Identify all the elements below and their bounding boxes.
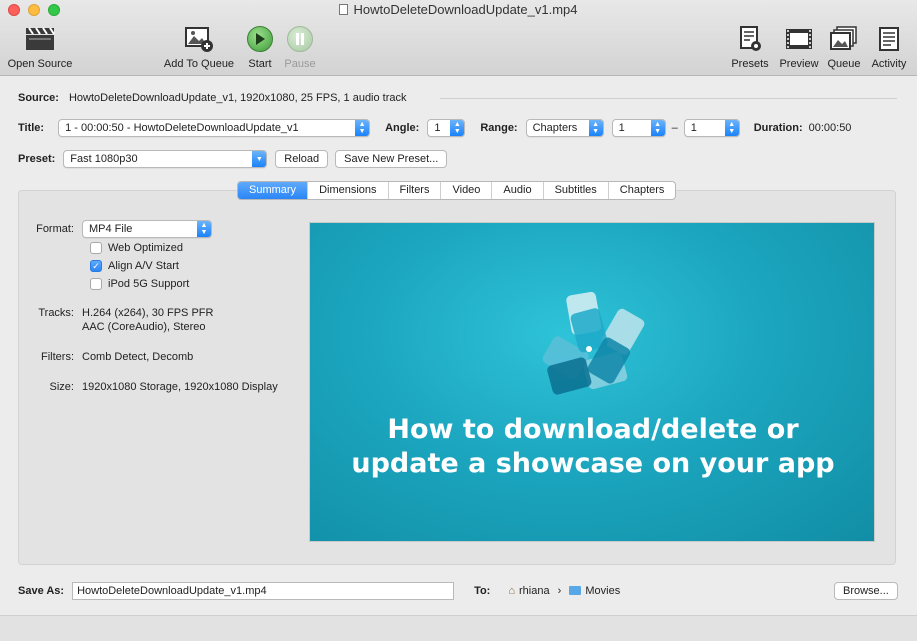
updown-arrows-icon: ▲ ▼ (197, 221, 211, 237)
add-photo-icon (162, 24, 236, 54)
status-bar (0, 615, 917, 641)
tracks-audio: AAC (CoreAudio), Stereo (82, 321, 206, 333)
browse-button[interactable]: Browse... (834, 582, 898, 600)
source-label: Source: (18, 92, 59, 104)
range-type-select[interactable]: Chapters ▲ ▼ (525, 119, 604, 137)
activity-button[interactable]: Activity (867, 24, 911, 70)
preview-image: How to download/delete or update a showc… (309, 222, 875, 542)
updown-arrows-icon: ▲ ▼ (450, 120, 465, 136)
handbrake-window: HowtoDeleteDownloadUpdate_v1.mp4 Open So… (0, 0, 917, 641)
format-select[interactable]: MP4 File ▲ ▼ (82, 220, 212, 238)
filters-row: Filters: Comb Detect, Decomb (18, 351, 193, 363)
tab-video[interactable]: Video (440, 182, 491, 199)
save-as-label: Save As: (18, 585, 65, 597)
range-label: Range: (480, 122, 518, 134)
checkbox-empty-icon (90, 242, 102, 254)
duration-value: 00:00:50 (808, 122, 852, 134)
preset-row: Preset: Fast 1080p30 ▼ Reload Save New P… (18, 150, 448, 168)
angle-select[interactable]: 1 ▲ ▼ (427, 119, 466, 137)
settings-tabs: Summary Dimensions Filters Video Audio S… (237, 181, 677, 200)
range-start-select[interactable]: 1 ▲ ▼ (611, 119, 666, 137)
title-row: Title: 1 - 00:00:50 - HowtoDeleteDownloa… (18, 119, 851, 137)
web-optimized-checkbox[interactable]: Web Optimized (90, 242, 183, 254)
filters-value: Comb Detect, Decomb (82, 351, 194, 363)
home-icon: ⌂ (508, 585, 516, 597)
preview-caption: How to download/delete or update a showc… (351, 414, 835, 479)
save-as-field[interactable]: HowtoDeleteDownloadUpdate_v1.mp4 (72, 582, 455, 600)
preview-button[interactable]: Preview (777, 24, 821, 70)
checkbox-empty-icon (90, 278, 102, 290)
film-icon (777, 24, 821, 54)
photo-stack-icon (825, 24, 863, 54)
range-separator: – (671, 122, 678, 134)
pause-icon (287, 26, 313, 52)
add-to-queue-button[interactable]: Add To Queue (162, 24, 236, 70)
source-divider (440, 98, 897, 99)
reload-button[interactable]: Reload (275, 150, 329, 168)
format-row: Format: MP4 File ▲ ▼ (18, 220, 212, 238)
size-label: Size: (49, 381, 74, 393)
document-icon (339, 4, 349, 15)
tab-audio[interactable]: Audio (491, 182, 542, 199)
tab-chapters[interactable]: Chapters (607, 182, 676, 199)
format-label: Format: (36, 223, 74, 235)
size-row: Size: 1920x1080 Storage, 1920x1080 Displ… (18, 381, 278, 393)
ipod-support-checkbox[interactable]: iPod 5G Support (90, 278, 189, 290)
size-value: 1920x1080 Storage, 1920x1080 Display (82, 381, 278, 393)
tab-summary[interactable]: Summary (238, 182, 308, 199)
clapperboard-icon (6, 24, 74, 54)
filters-label: Filters: (41, 351, 74, 363)
tracks-video: H.264 (x264), 30 FPS PFR (82, 307, 214, 319)
updown-arrows-icon: ▲ ▼ (588, 120, 603, 136)
tab-dimensions[interactable]: Dimensions (307, 182, 387, 199)
updown-arrows-icon: ▲ ▼ (650, 120, 665, 136)
checkmark-icon: ✓ (90, 260, 102, 272)
toolbar: HowtoDeleteDownloadUpdate_v1.mp4 Open So… (0, 0, 917, 76)
activity-log-icon (867, 24, 911, 54)
save-as-row: Save As: HowtoDeleteDownloadUpdate_v1.mp… (18, 582, 898, 600)
tracks-label: Tracks: (38, 307, 74, 319)
tab-subtitles[interactable]: Subtitles (542, 182, 608, 199)
preset-label: Preset: (18, 153, 56, 165)
save-new-preset-button[interactable]: Save New Preset... (335, 150, 448, 168)
showcase-logo-icon (542, 291, 645, 395)
folder-icon (569, 586, 582, 595)
destination-path[interactable]: ⌂ rhiana › Movies (508, 585, 620, 597)
title-label: Title: (18, 122, 45, 134)
play-icon (247, 26, 273, 52)
angle-label: Angle: (385, 122, 420, 134)
open-source-button[interactable]: Open Source (6, 24, 74, 70)
updown-arrows-icon: ▲ ▼ (355, 120, 370, 136)
preset-select[interactable]: Fast 1080p30 ▼ (63, 150, 268, 168)
start-button[interactable]: Start (243, 24, 277, 70)
source-value: HowtoDeleteDownloadUpdate_v1, 1920x1080,… (68, 92, 407, 104)
to-label: To: (474, 585, 491, 597)
tab-filters[interactable]: Filters (387, 182, 441, 199)
align-av-checkbox[interactable]: ✓ Align A/V Start (90, 260, 179, 272)
presets-button[interactable]: Presets (729, 24, 771, 70)
range-end-select[interactable]: 1 ▲ ▼ (683, 119, 740, 137)
chevron-down-icon: ▼ (252, 151, 267, 167)
updown-arrows-icon: ▲ ▼ (724, 120, 739, 136)
duration-label: Duration: (753, 122, 803, 134)
tracks-row: Tracks: H.264 (x264), 30 FPS PFR AAC (Co… (18, 307, 213, 333)
presets-icon (729, 24, 771, 54)
window-title: HowtoDeleteDownloadUpdate_v1.mp4 (0, 2, 917, 17)
queue-button[interactable]: Queue (825, 24, 863, 70)
title-select[interactable]: 1 - 00:00:50 - HowtoDeleteDownloadUpdate… (58, 119, 371, 137)
pause-button[interactable]: Pause (283, 24, 317, 70)
source-row: Source: HowtoDeleteDownloadUpdate_v1, 19… (18, 92, 407, 104)
